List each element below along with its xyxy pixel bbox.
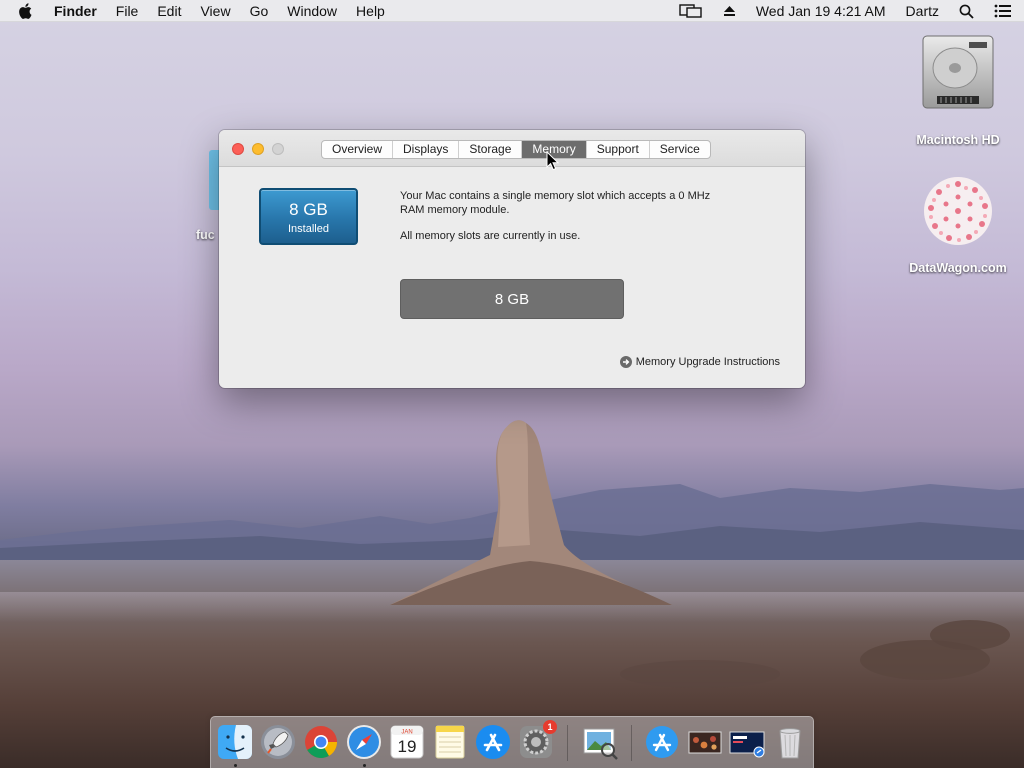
- tab-service[interactable]: Service: [650, 141, 710, 158]
- partially-hidden-desktop-label[interactable]: fuc: [196, 228, 215, 242]
- chrome-icon: [305, 726, 338, 759]
- eject-icon[interactable]: [723, 5, 736, 17]
- dock-item-system-preferences[interactable]: 1: [517, 720, 557, 761]
- dock-item-photo-stack[interactable]: [686, 723, 724, 761]
- running-indicator: [363, 764, 366, 767]
- menu-help[interactable]: Help: [356, 3, 385, 19]
- memory-slot-status: All memory slots are currently in use.: [400, 230, 581, 242]
- upgrade-link-label: Memory Upgrade Instructions: [635, 356, 780, 368]
- display-mirroring-icon[interactable]: [679, 3, 703, 19]
- dock-separator: [567, 725, 568, 761]
- safari-icon: [347, 725, 381, 759]
- tab-overview[interactable]: Overview: [322, 141, 394, 158]
- menu-bar-user[interactable]: Dartz: [906, 3, 939, 19]
- about-this-mac-window: Overview Displays Storage Memory Support…: [219, 130, 805, 388]
- minimize-button[interactable]: [252, 143, 264, 155]
- notification-badge: 1: [543, 720, 557, 734]
- dock-item-safari[interactable]: [345, 723, 383, 761]
- dock-item-applications[interactable]: [643, 723, 681, 761]
- memory-description: Your Mac contains a single memory slot w…: [400, 189, 720, 243]
- wallpaper-rock-pinnacle: [390, 420, 672, 605]
- window-titlebar[interactable]: Overview Displays Storage Memory Support…: [219, 130, 805, 167]
- apple-menu-icon[interactable]: [18, 2, 40, 19]
- photo-stack-icon: [688, 731, 722, 754]
- dock-item-downloads[interactable]: [728, 723, 766, 761]
- memory-upgrade-instructions-link[interactable]: Memory Upgrade Instructions: [619, 356, 780, 368]
- desktop-icon-datawagon[interactable]: DataWagon.com: [903, 170, 1013, 275]
- desktop-icon-label: DataWagon.com: [909, 261, 1007, 275]
- arrow-right-circle-icon: [619, 356, 632, 368]
- notification-center-icon[interactable]: [994, 4, 1012, 18]
- memory-slot-bar: 8 GB: [400, 279, 624, 319]
- spotlight-search-icon[interactable]: [959, 4, 974, 19]
- wallpaper-rock: [620, 660, 780, 688]
- dock-item-preview[interactable]: [581, 723, 619, 761]
- notes-icon: [435, 725, 465, 759]
- installed-memory-badge: 8 GB Installed: [259, 188, 358, 245]
- calendar-icon: JAN 19: [390, 725, 424, 759]
- tab-displays[interactable]: Displays: [393, 141, 460, 158]
- zoom-button[interactable]: [272, 143, 284, 155]
- dock-item-notes[interactable]: [431, 723, 469, 761]
- dock-item-finder[interactable]: [216, 723, 254, 761]
- desktop-icon-label: Macintosh HD: [916, 133, 1000, 147]
- running-indicator: [234, 764, 237, 767]
- calendar-date-label: 19: [398, 737, 417, 756]
- dock-item-trash[interactable]: [771, 723, 809, 761]
- desktop-icon-macintosh-hd[interactable]: Macintosh HD: [903, 32, 1013, 147]
- menu-file[interactable]: File: [116, 3, 139, 19]
- app-store-icon: [476, 725, 510, 759]
- menu-bar-status-area: Wed Jan 19 4:21 AM Dartz: [659, 0, 1012, 22]
- memory-slot-info: Your Mac contains a single memory slot w…: [400, 190, 711, 216]
- close-button[interactable]: [232, 143, 244, 155]
- hard-drive-icon: [919, 32, 997, 129]
- trash-icon: [779, 728, 801, 759]
- installed-memory-label: Installed: [288, 223, 329, 235]
- installed-memory-size: 8 GB: [289, 200, 328, 219]
- tab-storage[interactable]: Storage: [459, 141, 523, 158]
- tab-support[interactable]: Support: [587, 141, 650, 158]
- menu-window[interactable]: Window: [287, 3, 337, 19]
- launchpad-icon: [261, 725, 295, 759]
- menu-view[interactable]: View: [200, 3, 230, 19]
- wallpaper-rock: [930, 620, 1010, 650]
- downloads-stack-icon: [729, 731, 765, 758]
- tab-bar: Overview Displays Storage Memory Support…: [321, 140, 711, 159]
- menu-bar: Finder File Edit View Go Window Help Wed…: [0, 0, 1024, 22]
- app-menu-finder[interactable]: Finder: [54, 3, 97, 19]
- dock-separator: [631, 725, 632, 761]
- dock: JAN 19 1: [210, 716, 814, 768]
- dock-item-launchpad[interactable]: [259, 723, 297, 761]
- dock-item-calendar[interactable]: JAN 19: [388, 723, 426, 761]
- finder-icon: [218, 725, 252, 759]
- preview-icon: [583, 728, 618, 760]
- dock-item-app-store[interactable]: [474, 723, 512, 761]
- menu-go[interactable]: Go: [250, 3, 269, 19]
- menu-bar-clock[interactable]: Wed Jan 19 4:21 AM: [756, 3, 886, 19]
- calendar-month-label: JAN: [401, 730, 412, 736]
- menu-edit[interactable]: Edit: [157, 3, 181, 19]
- image-file-icon: [919, 170, 997, 257]
- dock-item-chrome[interactable]: [302, 723, 340, 761]
- applications-folder-icon: [646, 726, 678, 758]
- mouse-pointer-icon: [546, 151, 560, 171]
